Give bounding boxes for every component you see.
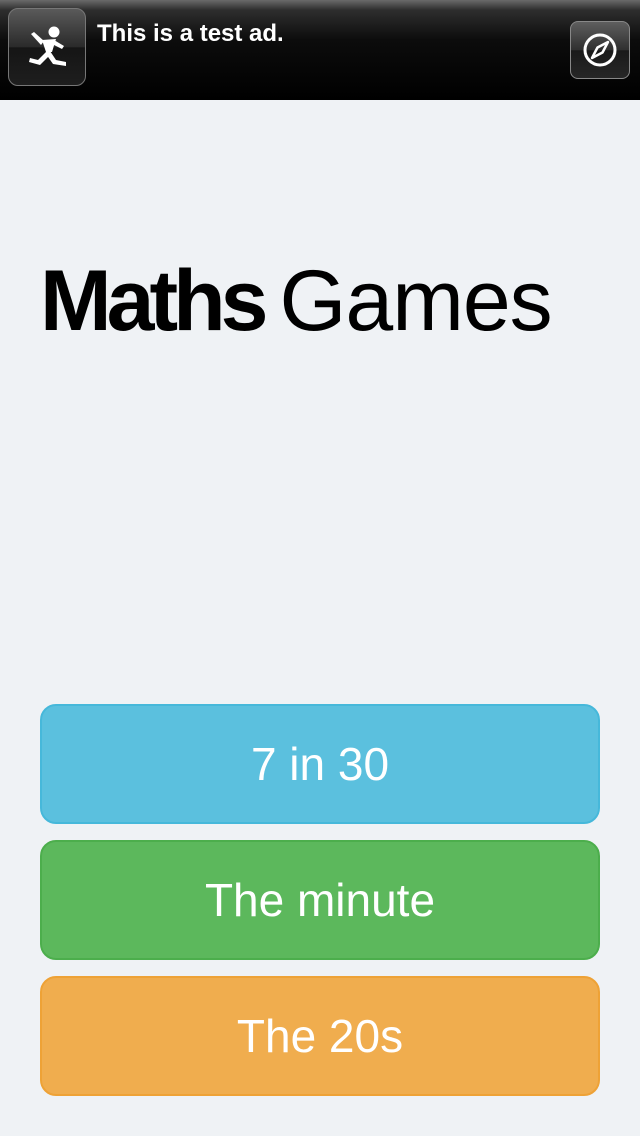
button-label: The minute: [204, 874, 436, 926]
button-label: 7 in 30: [250, 738, 390, 790]
ad-open-button[interactable]: [570, 21, 630, 79]
logo-maths-text: Maths: [40, 253, 268, 349]
running-person-icon: [29, 26, 66, 66]
logo-games-text: Games: [279, 253, 552, 349]
button-label: The 20s: [236, 1010, 404, 1062]
ad-banner[interactable]: This is a test ad.: [0, 0, 640, 100]
seven-in-thirty-button[interactable]: 7 in 30: [40, 704, 600, 824]
ad-app-icon[interactable]: [8, 8, 86, 86]
the-minute-button[interactable]: The minute: [40, 840, 600, 960]
ad-text: This is a test ad.: [97, 20, 284, 47]
the-20s-button[interactable]: The 20s: [40, 976, 600, 1096]
compass-icon: [583, 33, 617, 67]
app-logo: Maths Games: [40, 256, 600, 346]
